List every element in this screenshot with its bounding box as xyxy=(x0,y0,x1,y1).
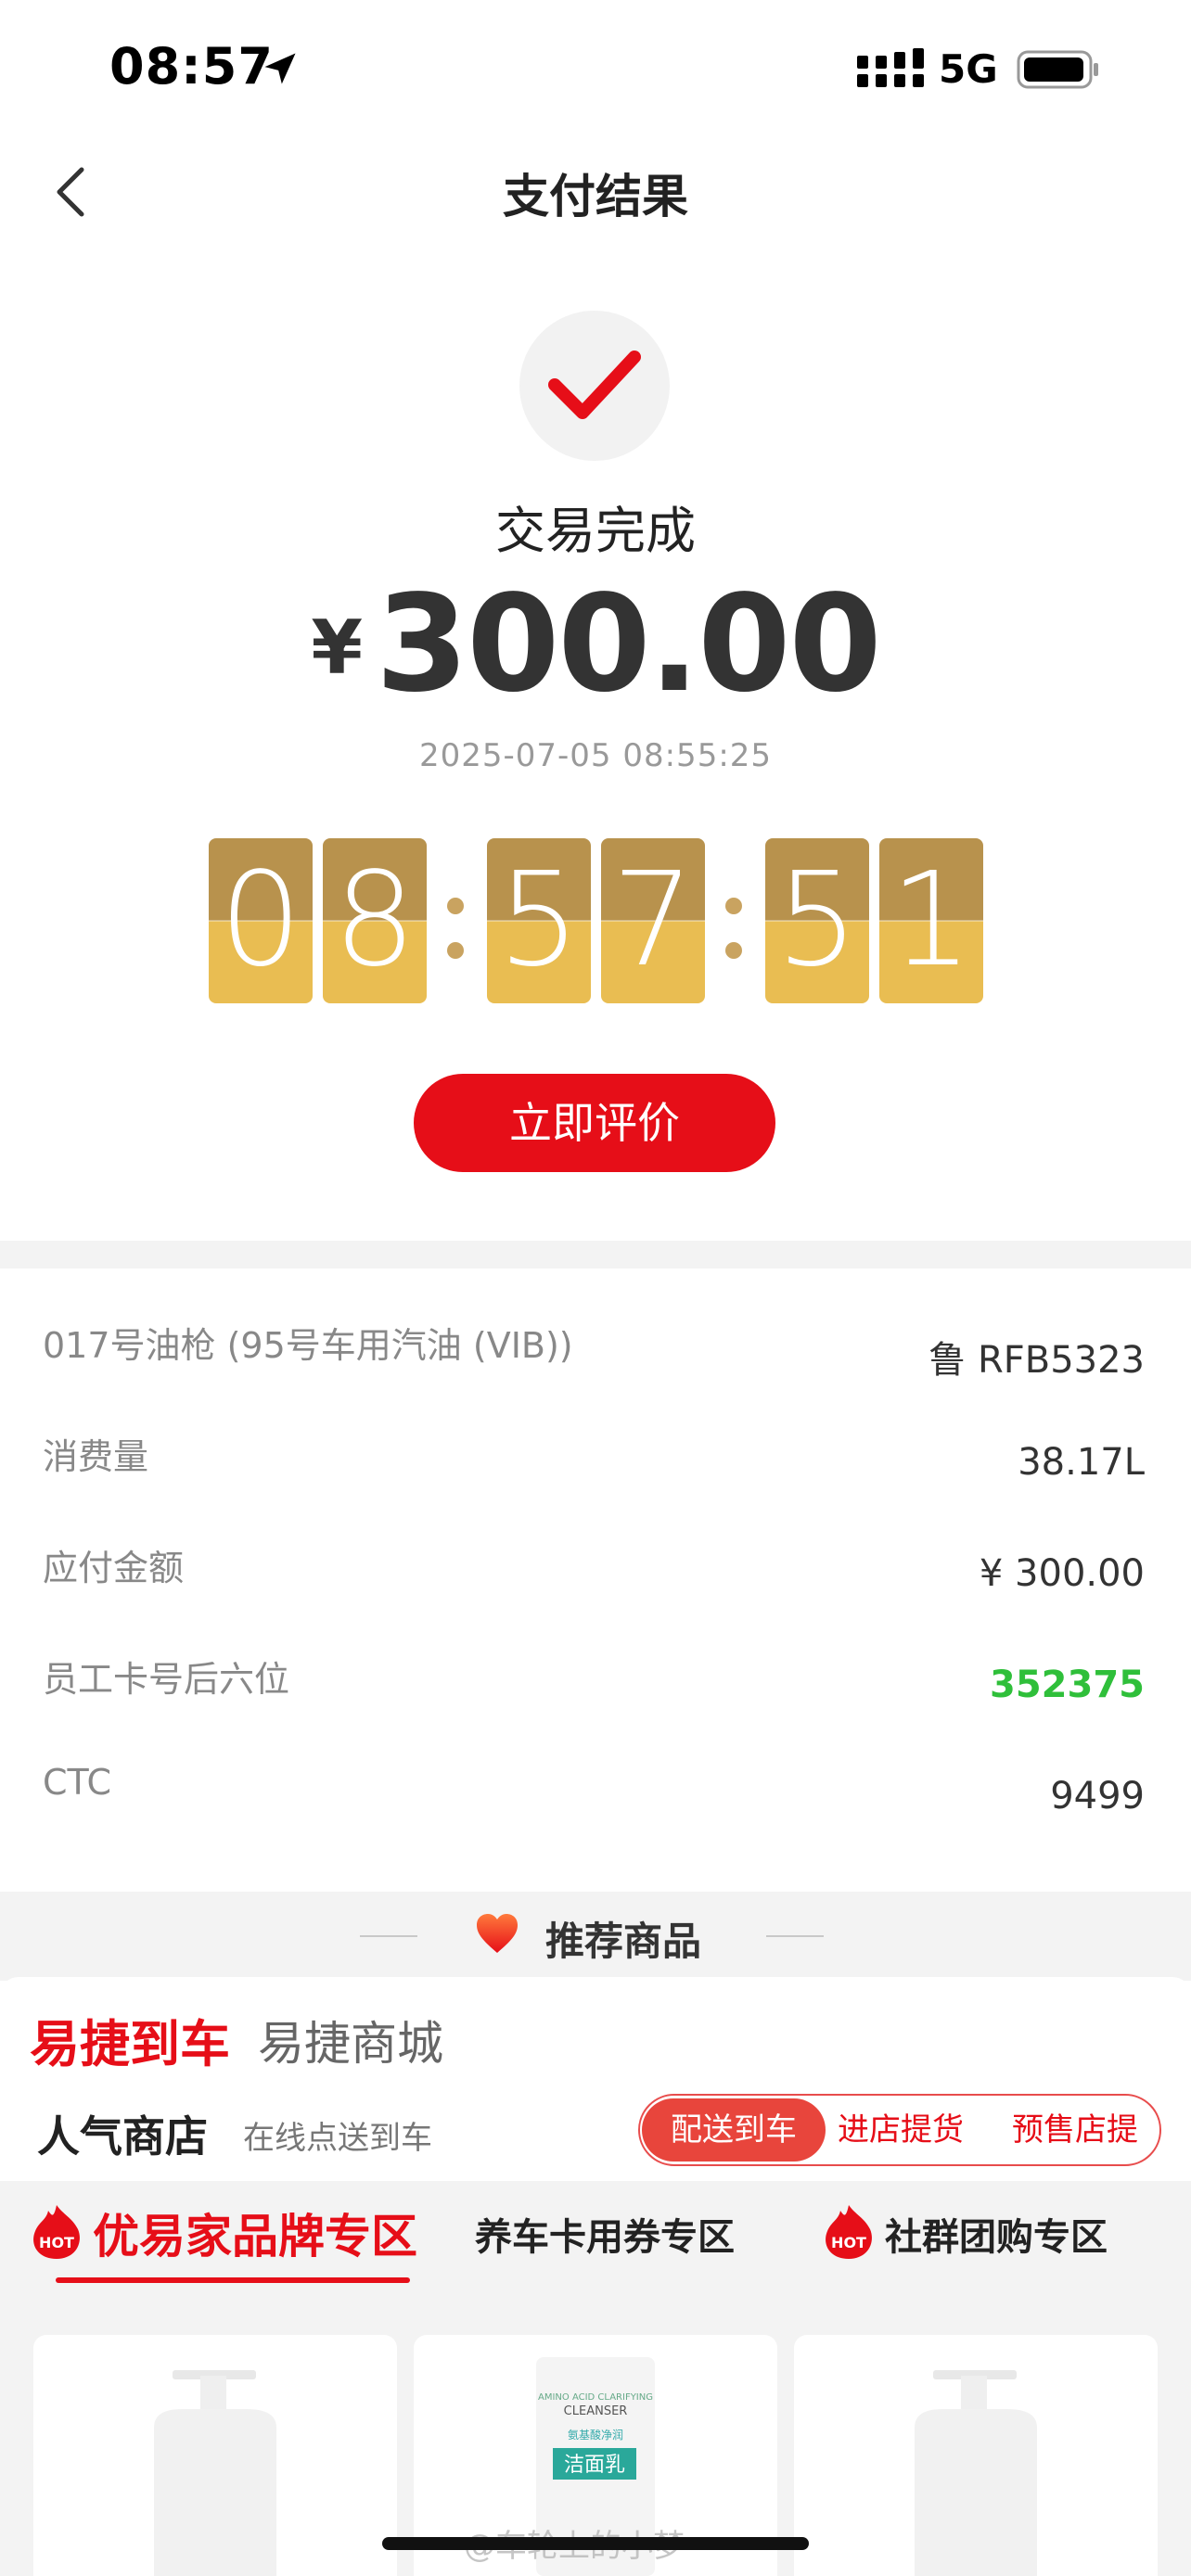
detail-value-staff-card: 352375 xyxy=(990,1664,1145,1706)
clock-digit: 7 xyxy=(601,838,705,1003)
payment-datetime: 2025-07-05 08:55:25 xyxy=(418,737,773,774)
clock-colon xyxy=(720,881,748,974)
divider-line xyxy=(360,1935,417,1937)
detail-label-volume: 消费量 xyxy=(43,1436,149,1477)
hot-badge-icon: HOT xyxy=(826,2205,872,2259)
success-check-icon xyxy=(519,311,670,461)
zone-tab-youyijia[interactable]: 优易家品牌专区 xyxy=(93,2200,417,2266)
detail-label-payable: 应付金额 xyxy=(43,1548,185,1588)
signal-icon xyxy=(857,48,924,87)
segment-deliver-to-car[interactable]: 配送到车 xyxy=(642,2098,826,2162)
detail-label-pump: 017号油枪 (95号车用汽油 (VIB)) xyxy=(43,1325,573,1366)
clock-digit: 5 xyxy=(765,838,869,1003)
section-divider xyxy=(0,1241,1191,1269)
detail-label-ctc: CTC xyxy=(43,1762,112,1803)
status-time: 08:57 xyxy=(109,37,274,96)
svg-text:CLEANSER: CLEANSER xyxy=(564,2404,628,2418)
hot-badge-icon: HOT xyxy=(33,2205,80,2259)
clock-digit: 5 xyxy=(487,838,591,1003)
svg-text:HOT: HOT xyxy=(831,2234,866,2251)
tab-yijie-daoche[interactable]: 易捷到车 xyxy=(30,2003,230,2076)
zone-tab-group-buy[interactable]: 社群团购专区 xyxy=(885,2207,1108,2261)
product-card[interactable] xyxy=(794,2335,1158,2576)
svg-text:氨基酸净润: 氨基酸净润 xyxy=(568,2428,623,2442)
popular-store-title: 人气商店 xyxy=(37,2111,208,2162)
home-indicator[interactable] xyxy=(382,2537,809,2550)
pump-bottle-image xyxy=(154,2370,276,2576)
svg-text:洁面乳: 洁面乳 xyxy=(564,2454,625,2477)
detail-value-plate: 鲁 RFB5323 xyxy=(928,1339,1145,1382)
network-label: 5G xyxy=(939,46,998,92)
tab-yijie-mall[interactable]: 易捷商城 xyxy=(258,2007,443,2073)
segment-presale-pickup[interactable]: 预售店提 xyxy=(1005,2098,1145,2162)
clock-digit: 8 xyxy=(323,838,427,1003)
transaction-status: 交易完成 xyxy=(495,502,696,560)
active-tab-underline xyxy=(56,2277,410,2283)
pump-bottle-image xyxy=(915,2370,1037,2576)
detail-value-volume: 38.17L xyxy=(1018,1441,1145,1484)
detail-value-ctc: 9499 xyxy=(1050,1775,1145,1817)
recommend-title: 推荐商品 xyxy=(545,1919,702,1964)
page-title: 支付结果 xyxy=(503,170,688,223)
battery-icon xyxy=(1017,50,1098,89)
payment-amount: ¥300.00 xyxy=(0,566,1191,721)
popular-store-subtitle: 在线点送到车 xyxy=(243,2120,432,2157)
svg-text:AMINO ACID CLARIFYING: AMINO ACID CLARIFYING xyxy=(538,2392,653,2403)
zone-tab-car-card[interactable]: 养车卡用券专区 xyxy=(475,2207,735,2261)
clock-digit: 0 xyxy=(209,838,313,1003)
product-card[interactable] xyxy=(33,2335,397,2576)
clock-colon xyxy=(442,881,469,974)
detail-label-staff-card: 员工卡号后六位 xyxy=(43,1659,290,1700)
location-arrow-icon xyxy=(264,53,296,84)
detail-value-payable: ¥ 300.00 xyxy=(979,1552,1145,1595)
clock-digit: 1 xyxy=(879,838,983,1003)
currency-symbol: ¥ xyxy=(311,605,363,691)
segment-in-store-pickup[interactable]: 进店提货 xyxy=(831,2098,970,2162)
review-button[interactable]: 立即评价 xyxy=(414,1074,775,1172)
amount-value: 300.00 xyxy=(375,566,882,721)
divider-line xyxy=(766,1935,824,1937)
heart-icon xyxy=(477,1914,518,1953)
svg-text:HOT: HOT xyxy=(39,2234,74,2251)
